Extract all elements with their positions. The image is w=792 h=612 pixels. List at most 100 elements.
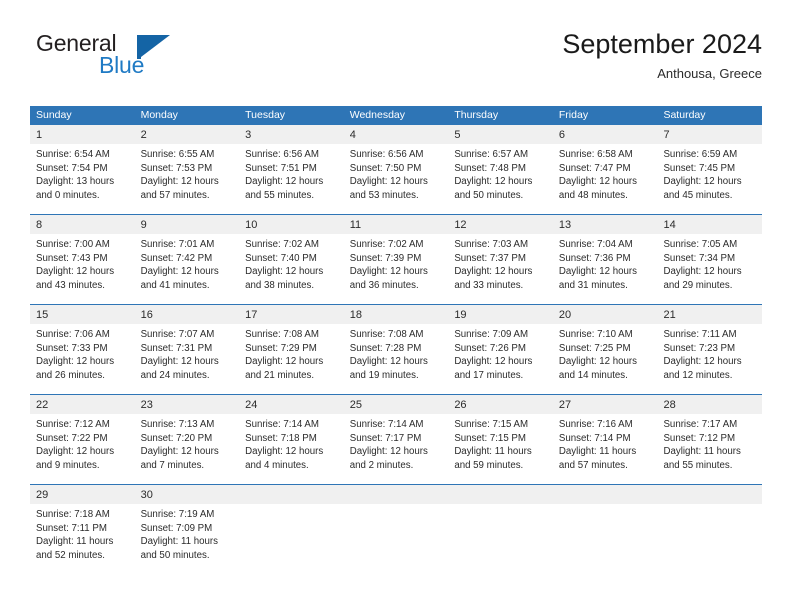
day-detail-line: and 2 minutes. [349,459,414,471]
day-detail-line: Daylight: 12 hours [454,266,533,278]
day-details: Sunrise: 7:03 AM Sunset: 7:37 PM Daylight:… [448,234,553,292]
day-detail-line: and 0 minutes. [36,189,100,201]
calendar-week-row: 22 Sunrise: 7:12 AM Sunset: 7:22 PM Dayligh… [30,394,763,484]
day-detail-line: Sunset: 7:53 PM [140,162,213,174]
day-detail-line: Sunset: 7:42 PM [140,252,213,264]
day-cell[interactable]: 16 Sunrise: 7:07 AM Sunset: 7:31 PM Dayligh… [134,305,240,394]
day-cell[interactable]: 15 Sunrise: 7:06 AM Sunset: 7:33 PM Dayligh… [30,305,135,394]
day-details: Sunrise: 7:13 AM Sunset: 7:20 PM Daylight:… [135,414,240,472]
day-detail-line: and 41 minutes. [140,279,210,291]
day-details: Sunrise: 7:08 AM Sunset: 7:28 PM Daylight:… [344,324,449,382]
day-number: 20 [552,305,658,324]
day-cell[interactable]: 21 Sunrise: 7:11 AM Sunset: 7:23 PM Dayligh… [657,305,763,394]
day-detail-line: Sunrise: 7:00 AM [36,239,110,250]
weekday-header-row: Sunday Monday Tuesday Wednesday Thursday Frid… [30,106,762,125]
calendar-week-inner: 15 Sunrise: 7:06 AM Sunset: 7:33 PM Dayligh… [30,305,763,394]
weekday-header-friday: Friday [558,109,589,121]
day-cell[interactable]: 23 Sunrise: 7:13 AM Sunset: 7:20 PM Dayligh… [134,395,240,484]
day-cell[interactable]: 22 Sunrise: 7:12 AM Sunset: 7:22 PM Dayligh… [30,395,135,484]
day-detail-line: Sunrise: 6:54 AM [36,149,110,160]
day-detail-line: Daylight: 12 hours [558,356,637,368]
day-cell[interactable]: 5 Sunrise: 6:57 AM Sunset: 7:48 PM Daylight… [448,125,553,214]
day-details: Sunrise: 7:07 AM Sunset: 7:31 PM Daylight:… [135,324,240,382]
day-cell[interactable]: 7 Sunrise: 6:59 AM Sunset: 7:45 PM Daylight… [657,125,763,214]
day-cell[interactable]: 18 Sunrise: 7:08 AM Sunset: 7:28 PM Dayligh… [343,305,449,394]
day-cell[interactable]: 25 Sunrise: 7:14 AM Sunset: 7:17 PM Dayligh… [343,395,449,484]
day-cell[interactable]: 30 Sunrise: 7:19 AM Sunset: 7:09 PM Dayligh… [134,485,240,574]
day-cell[interactable]: 3 Sunrise: 6:56 AM Sunset: 7:51 PM Daylight… [239,125,344,214]
day-cell[interactable]: 2 Sunrise: 6:55 AM Sunset: 7:53 PM Daylight… [134,125,240,214]
day-cell[interactable]: 26 Sunrise: 7:15 AM Sunset: 7:15 PM Dayligh… [448,395,553,484]
day-detail-line: Sunrise: 7:04 AM [558,239,633,250]
day-detail-line: Sunrise: 7:09 AM [454,329,529,340]
day-details: Sunrise: 7:14 AM Sunset: 7:17 PM Daylight:… [344,414,449,472]
day-detail-line: and 17 minutes. [454,369,524,381]
day-detail-line: and 48 minutes. [558,189,628,201]
day-detail-line: Sunrise: 7:06 AM [36,329,110,340]
day-cell[interactable]: 10 Sunrise: 7:02 AM Sunset: 7:40 PM Dayligh… [239,215,344,304]
day-detail-line: Sunset: 7:33 PM [36,342,108,354]
day-cell[interactable]: 20 Sunrise: 7:10 AM Sunset: 7:25 PM Dayligh… [552,305,658,394]
day-number: 21 [657,305,763,324]
day-detail-line: Sunset: 7:31 PM [140,342,213,354]
day-number [552,485,658,504]
day-cell[interactable]: 1 Sunrise: 6:54 AM Sunset: 7:54 PM Daylight… [30,125,135,214]
day-detail-line: Daylight: 13 hours [36,176,115,188]
day-detail-line: Sunset: 7:22 PM [36,432,108,444]
day-detail-line: and 24 minutes. [140,369,210,381]
day-detail-line: Daylight: 12 hours [558,266,637,278]
day-number: 17 [239,305,344,324]
day-detail-line: and 9 minutes. [36,459,100,471]
day-detail-line: and 50 minutes. [454,189,524,201]
day-detail-line: Daylight: 12 hours [663,176,742,188]
day-detail-line: Sunrise: 7:13 AM [140,419,215,430]
weekday-header-thursday: Thursday [454,109,499,121]
day-cell[interactable]: 11 Sunrise: 7:02 AM Sunset: 7:39 PM Dayligh… [343,215,449,304]
day-detail-line: Sunset: 7:45 PM [663,162,736,174]
day-detail-line: Daylight: 12 hours [349,266,428,278]
day-details: Sunrise: 7:10 AM Sunset: 7:25 PM Daylight:… [553,324,658,382]
day-detail-line: Sunrise: 7:12 AM [36,419,110,430]
day-number [239,485,344,504]
day-cell-empty [343,485,449,574]
day-number: 6 [552,125,658,144]
day-details: Sunrise: 6:57 AM Sunset: 7:48 PM Daylight:… [448,144,553,202]
day-number: 27 [552,395,658,414]
day-detail-line: Sunset: 7:54 PM [36,162,108,174]
day-cell[interactable]: 28 Sunrise: 7:17 AM Sunset: 7:12 PM Dayligh… [657,395,763,484]
location-subtitle: Anthousa, Greece [657,66,762,81]
day-cell[interactable]: 4 Sunrise: 6:56 AM Sunset: 7:50 PM Daylight… [343,125,449,214]
day-cell[interactable]: 8 Sunrise: 7:00 AM Sunset: 7:43 PM Daylight… [30,215,135,304]
weekday-header-saturday: Saturday [663,109,706,121]
day-cell[interactable]: 12 Sunrise: 7:03 AM Sunset: 7:37 PM Dayligh… [448,215,553,304]
day-detail-line: and 4 minutes. [245,459,309,471]
day-cell[interactable]: 19 Sunrise: 7:09 AM Sunset: 7:26 PM Dayligh… [448,305,553,394]
day-detail-line: and 43 minutes. [36,279,105,291]
calendar-week-row: 15 Sunrise: 7:06 AM Sunset: 7:33 PM Dayligh… [30,304,763,394]
day-cell[interactable]: 13 Sunrise: 7:04 AM Sunset: 7:36 PM Dayligh… [552,215,658,304]
day-cell[interactable]: 17 Sunrise: 7:08 AM Sunset: 7:29 PM Dayligh… [239,305,344,394]
day-number: 4 [343,125,449,144]
day-detail-line: and 33 minutes. [454,279,524,291]
day-cell[interactable]: 14 Sunrise: 7:05 AM Sunset: 7:34 PM Dayligh… [657,215,763,304]
day-cell[interactable]: 6 Sunrise: 6:58 AM Sunset: 7:47 PM Daylight… [552,125,658,214]
day-detail-line: Daylight: 12 hours [36,446,115,458]
day-detail-line: and 55 minutes. [245,189,315,201]
day-cell[interactable]: 24 Sunrise: 7:14 AM Sunset: 7:18 PM Dayligh… [239,395,344,484]
calendar-grid: Sunday Monday Tuesday Wednesday Thursday Frid… [30,106,763,574]
day-cell[interactable]: 9 Sunrise: 7:01 AM Sunset: 7:42 PM Daylight… [134,215,240,304]
day-detail-line: and 59 minutes. [454,459,524,471]
day-number: 23 [134,395,240,414]
calendar-week-row: 29 Sunrise: 7:18 AM Sunset: 7:11 PM Dayligh… [30,484,763,574]
day-detail-line: Daylight: 12 hours [663,356,742,368]
day-detail-line: Sunset: 7:15 PM [454,432,526,444]
day-details: Sunrise: 7:00 AM Sunset: 7:43 PM Daylight:… [30,234,135,292]
day-detail-line: Sunset: 7:51 PM [245,162,317,174]
day-detail-line: Daylight: 12 hours [245,446,324,458]
day-cell[interactable]: 29 Sunrise: 7:18 AM Sunset: 7:11 PM Dayligh… [30,485,135,574]
day-cell[interactable]: 27 Sunrise: 7:16 AM Sunset: 7:14 PM Dayligh… [552,395,658,484]
day-detail-line: Sunset: 7:14 PM [558,432,631,444]
title-block: September 2024 Anthousa, Greece [562,28,762,82]
brand-logo[interactable]: General Blue [36,30,266,88]
day-details: Sunrise: 7:14 AM Sunset: 7:18 PM Daylight:… [239,414,344,472]
